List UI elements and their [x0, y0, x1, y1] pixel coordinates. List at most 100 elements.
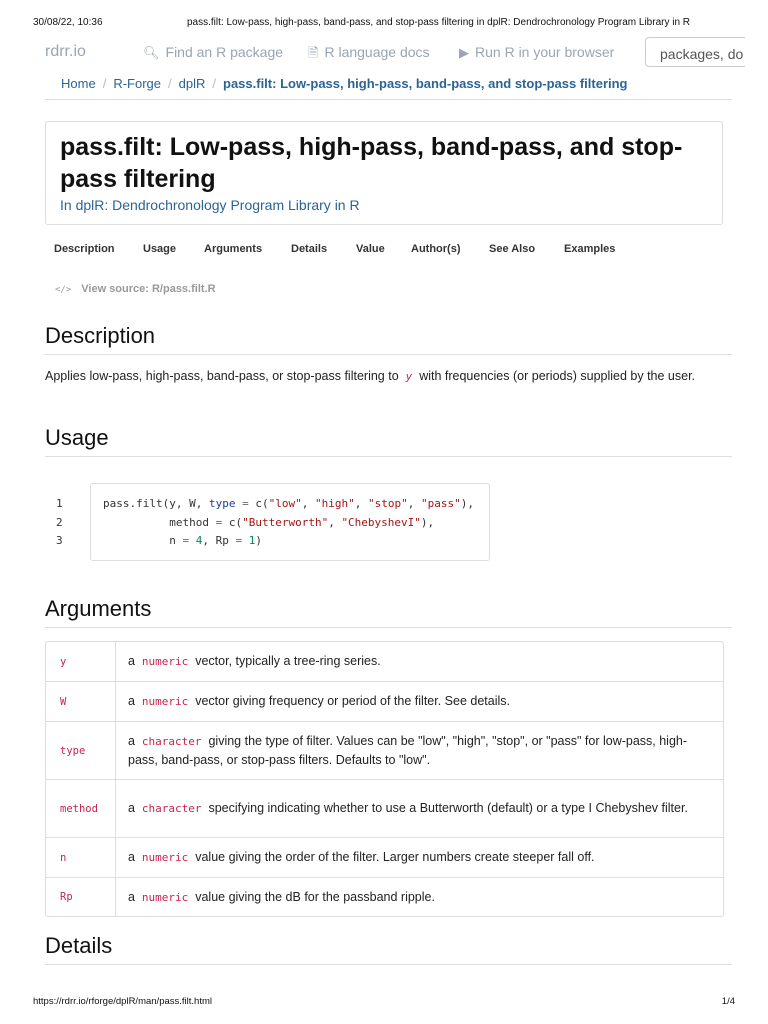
table-row: Rp a numeric value giving the dB for the… [46, 877, 723, 916]
search-input[interactable]: packages, do [645, 37, 745, 67]
description-text-after: with frequencies (or periods) supplied b… [419, 369, 696, 383]
breadcrumb-separator: / [212, 76, 216, 91]
nav-language-docs[interactable]: 🗎︎ R language docs [308, 44, 430, 66]
tab-description[interactable]: Description [54, 243, 115, 255]
description-code: y [405, 370, 413, 383]
breadcrumb-home[interactable]: Home [61, 76, 96, 91]
arg-desc-text: vector, typically a tree-ring series. [195, 654, 381, 668]
description-heading: Description [45, 323, 156, 348]
details-heading: Details [45, 933, 113, 958]
table-row: W a numeric vector giving frequency or p… [46, 681, 723, 721]
code-line-numbers: 1 2 3 [56, 495, 63, 551]
code-icon: </> [55, 285, 72, 295]
package-line: In dplR: Dendrochronology Program Librar… [60, 197, 708, 213]
arg-desc-text: value giving the dB for the passband rip… [195, 889, 435, 904]
tab-authors[interactable]: Author(s) [411, 243, 461, 255]
top-navbar: rdrr.io 🔍︎ Find an R package 🗎︎ R language… [45, 37, 745, 69]
tab-examples[interactable]: Examples [564, 243, 615, 255]
tab-see-also[interactable]: See Also [489, 243, 535, 255]
arg-prefix: a [128, 889, 135, 904]
usage-code: pass.filt(y, W, type = c("low", "high", … [103, 495, 474, 551]
arg-type: character [141, 735, 202, 748]
arg-type: numeric [141, 655, 189, 668]
breadcrumb: Home / R-Forge / dplR / pass.filt: Low-pass, h… [61, 76, 628, 91]
arg-name: type [46, 722, 116, 779]
code-line: method = c("Butterworth", "ChebyshevI"), [103, 515, 435, 529]
arg-description: a numeric value giving the dB for the pa… [116, 878, 723, 916]
breadcrumb-rforge[interactable]: R-Forge [113, 76, 161, 91]
usage-heading: Usage [45, 425, 109, 450]
arg-prefix: a [128, 734, 135, 748]
nav-run-r-label: Run R in your browser [475, 44, 615, 60]
line-number: 3 [56, 534, 63, 547]
nav-find-package[interactable]: 🔍︎ Find an R package [143, 44, 283, 61]
arguments-heading: Arguments [45, 596, 152, 621]
nav-find-package-label: Find an R package [165, 44, 284, 60]
arg-type: numeric [141, 695, 189, 708]
table-row: n a numeric value giving the order of th… [46, 837, 723, 877]
tab-arguments[interactable]: Arguments [204, 243, 262, 255]
print-footer: https://rdrr.io/rforge/dplR/man/pass.fil… [33, 996, 735, 1007]
arg-desc-text: value giving the order of the filter. La… [195, 850, 595, 864]
tab-details[interactable]: Details [291, 243, 327, 255]
code-line: n = 4, Rp = 1) [103, 534, 262, 547]
arg-description: a numeric vector, typically a tree-ring … [116, 642, 723, 681]
arg-name: W [46, 682, 116, 721]
print-header: 30/08/22, 10:36 pass.filt: Low-pass, hig… [33, 10, 735, 28]
brand-logo[interactable]: rdrr.io [45, 43, 86, 61]
line-number: 2 [56, 515, 63, 529]
page-title: pass.filt: Low-pass, high-pass, band-pas… [60, 133, 683, 193]
arg-name: Rp [46, 878, 116, 916]
arg-prefix: a [128, 801, 135, 815]
arg-description: a character giving the type of filter. V… [116, 722, 723, 779]
view-source-label: View source: R/pass.filt.R [81, 283, 216, 295]
arg-name: y [46, 642, 116, 681]
print-doc-title: pass.filt: Low-pass, high-pass, band-pas… [187, 17, 691, 28]
tab-value[interactable]: Value [356, 243, 385, 255]
description-text: Applies low-pass, high-pass, band-pass, … [45, 367, 725, 386]
arg-prefix: a [128, 654, 135, 668]
document-icon: 🗎︎ [308, 45, 319, 60]
section-divider [45, 964, 732, 965]
search-icon: 🔍︎ [143, 45, 160, 60]
breadcrumb-package[interactable]: dplR [179, 76, 206, 91]
table-row: type a character giving the type of filt… [46, 721, 723, 779]
arg-prefix: a [128, 850, 135, 864]
arg-type: numeric [141, 851, 189, 864]
table-row: method a character specifying indicating… [46, 779, 723, 837]
section-divider [45, 627, 732, 628]
play-icon: ▶ [459, 45, 469, 60]
section-divider [45, 456, 732, 457]
arg-description: a numeric value giving the order of the … [116, 838, 723, 877]
arg-description: a numeric vector giving frequency or per… [116, 682, 723, 721]
nav-language-docs-label: R language docs [324, 44, 430, 60]
breadcrumb-current: pass.filt: Low-pass, high-pass, band-pas… [223, 76, 628, 91]
print-page-number: 1/4 [721, 996, 735, 1007]
arg-name: n [46, 838, 116, 877]
tab-usage[interactable]: Usage [143, 243, 176, 255]
print-url: https://rdrr.io/rforge/dplR/man/pass.fil… [33, 996, 212, 1007]
arg-name: method [46, 780, 116, 837]
arg-type: character [141, 802, 202, 815]
arg-desc-text: specifying indicating whether to use a B… [208, 801, 688, 815]
in-prefix: In [60, 197, 72, 213]
breadcrumb-separator: / [102, 76, 107, 91]
line-number: 1 [56, 497, 63, 510]
nav-run-r[interactable]: ▶ Run R in your browser [459, 44, 614, 61]
table-row: y a numeric vector, typically a tree-rin… [46, 642, 723, 681]
code-line: pass.filt(y, W, type = c("low", "high", … [103, 497, 474, 510]
arg-prefix: a [128, 694, 135, 708]
arg-desc-text: giving the type of filter. Values can be… [128, 734, 688, 767]
section-divider [45, 354, 732, 355]
package-link[interactable]: dplR: Dendrochronology Program Library i… [76, 197, 360, 213]
arguments-table: y a numeric vector, typically a tree-rin… [45, 641, 724, 917]
breadcrumb-separator: / [168, 76, 172, 91]
title-panel: pass.filt: Low-pass, high-pass, band-pas… [45, 121, 723, 225]
arg-type: numeric [141, 890, 189, 904]
arg-description: a character specifying indicating whethe… [116, 780, 723, 837]
description-text-before: Applies low-pass, high-pass, band-pass, … [45, 369, 399, 383]
header-divider [45, 99, 732, 100]
view-source-link[interactable]: </> View source: R/pass.filt.R [55, 283, 216, 295]
print-timestamp: 30/08/22, 10:36 [33, 17, 103, 28]
arg-desc-text: vector giving frequency or period of the… [195, 694, 510, 708]
